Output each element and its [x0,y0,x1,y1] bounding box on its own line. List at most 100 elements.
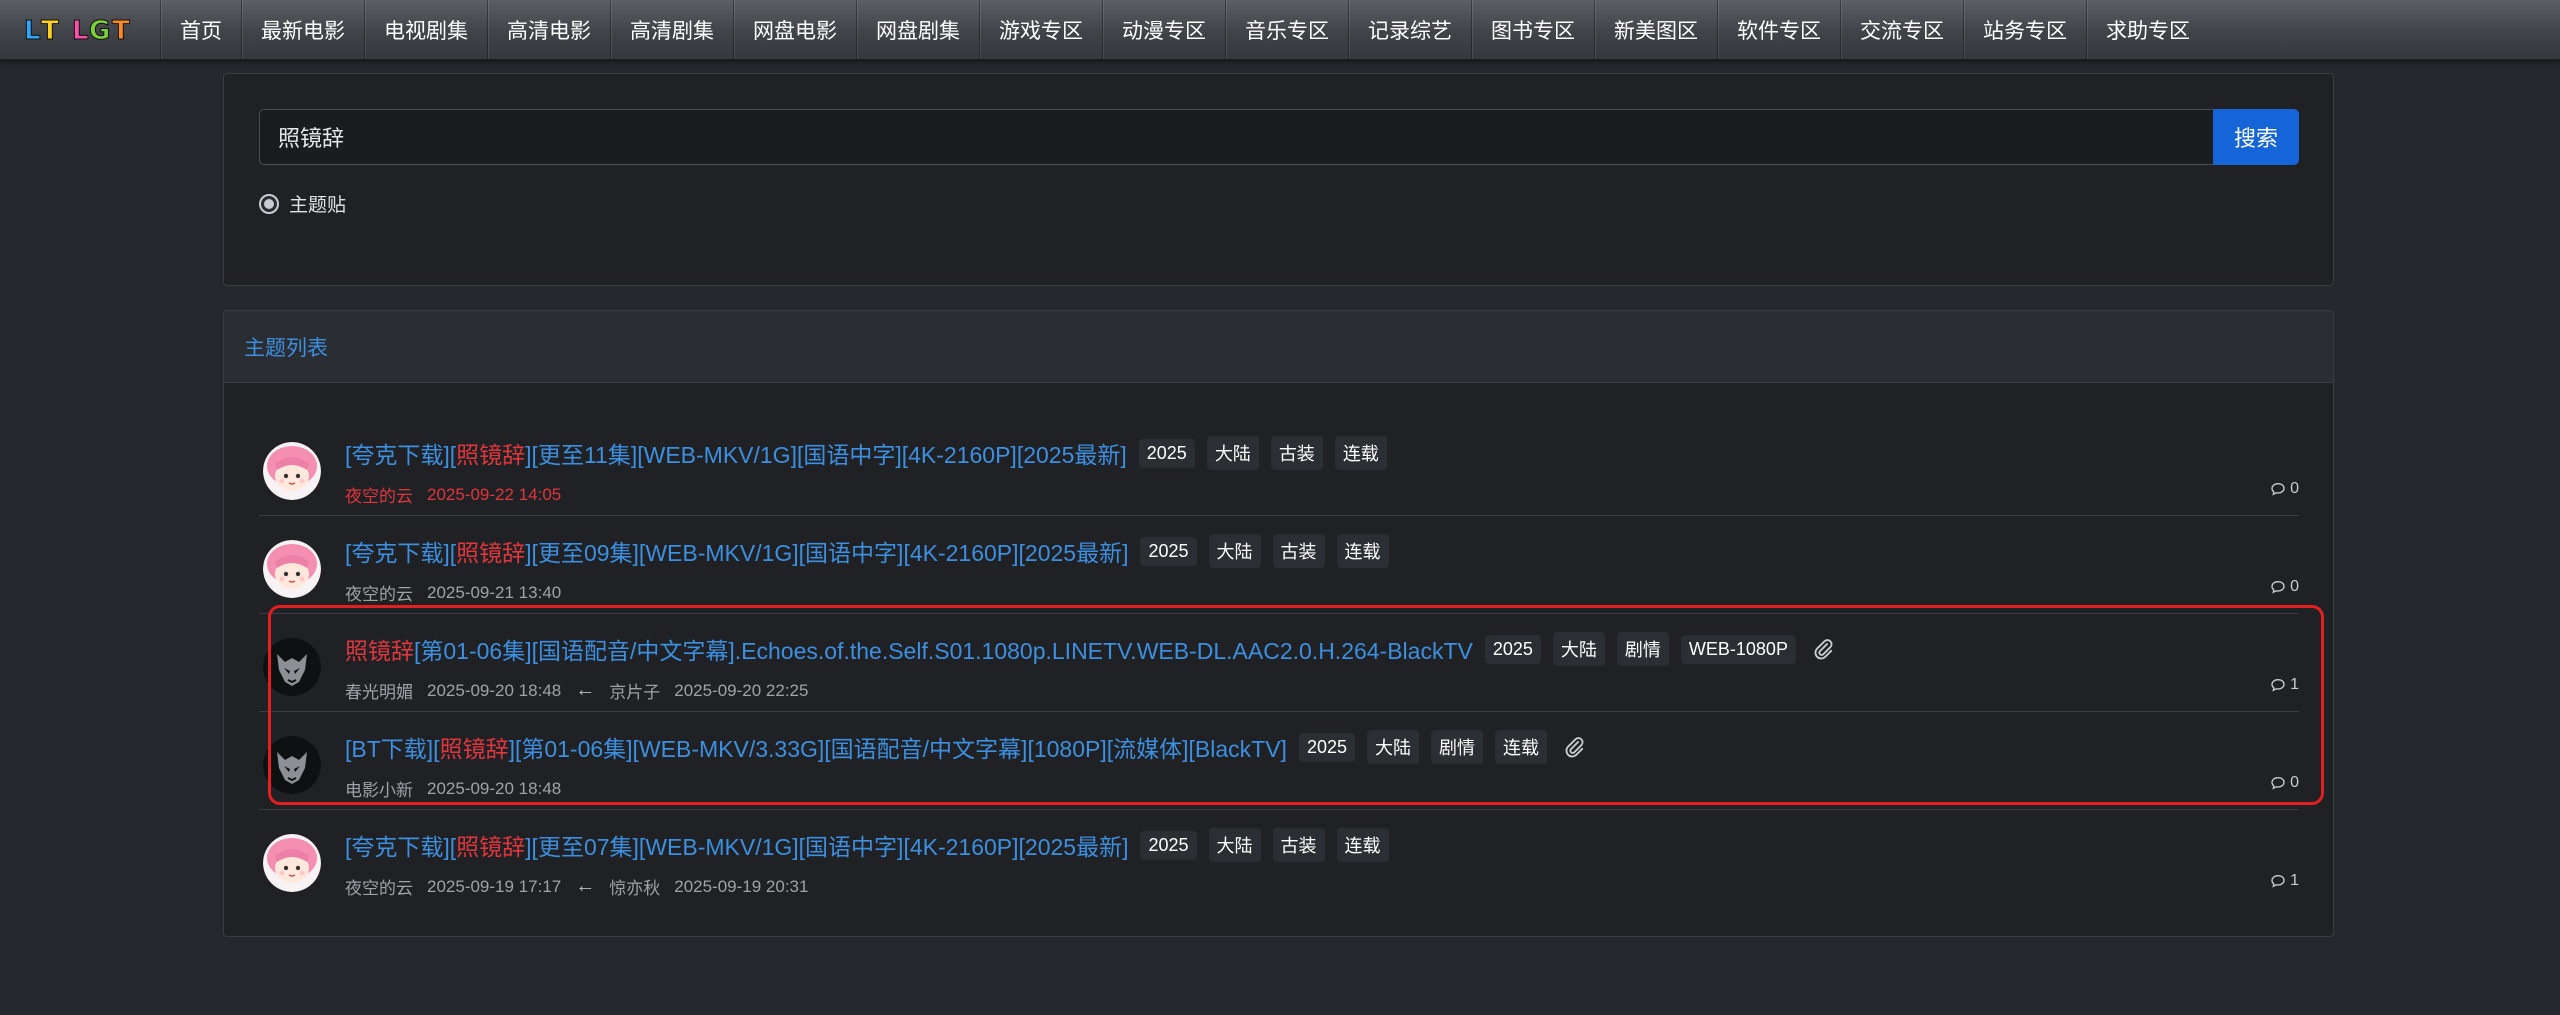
title-suffix: ][更至09集][WEB-MKV/1G][国语中字][4K-2160P][202… [525,540,1129,566]
user-avatar[interactable] [263,540,321,598]
title-prefix: [BT下载][ [345,736,440,762]
topic-title-link[interactable]: [BT下载][照镜辞][第01-06集][WEB-MKV/3.33G][国语配音… [345,730,1287,764]
search-bar: 搜索 [259,109,2299,165]
last-reply-date: 2025-09-19 20:31 [674,876,809,896]
topic-date: 2025-09-20 18:48 [427,778,562,798]
nav-item[interactable]: 电视剧集 [364,0,487,59]
topic-meta: 电影小新 2025-09-20 18:48 [345,776,561,801]
topic-tag[interactable]: 大陆 [1208,534,1261,568]
nav-item[interactable]: 网盘剧集 [856,0,979,59]
reply-count: 0 [2270,774,2299,792]
topic-list: [夸克下载][照镜辞][更至11集][WEB-MKV/1G][国语中字][4K-… [259,418,2299,908]
nav-item[interactable]: 动漫专区 [1102,0,1225,59]
nav-item[interactable]: 高清剧集 [610,0,733,59]
topic-title-link[interactable]: [夸克下载][照镜辞][更至09集][WEB-MKV/1G][国语中字][4K-… [345,534,1128,568]
topic-tag[interactable]: 2025 [1140,536,1197,566]
nav-item[interactable]: 软件专区 [1717,0,1840,59]
topic-row: [夸克下载][照镜辞][更至09集][WEB-MKV/1G][国语中字][4K-… [259,516,2299,614]
svg-text:T: T [112,16,130,44]
search-button[interactable]: 搜索 [2213,109,2299,165]
search-input[interactable] [259,109,2213,165]
topic-date: 2025-09-20 18:48 [427,680,562,700]
search-type-radio[interactable]: 主题贴 [259,190,346,217]
nav-item[interactable]: 最新电影 [241,0,364,59]
comment-icon [2270,677,2286,693]
radio-label: 主题贴 [289,195,347,216]
user-avatar[interactable] [263,442,321,500]
last-reply-user[interactable]: 惊亦秋 [609,874,660,899]
svg-text:L: L [24,16,41,44]
title-prefix: [夸克下载][ [345,442,457,468]
nav-item[interactable]: 站务专区 [1963,0,2086,59]
site-logo[interactable]: L T L G T [0,0,160,59]
topic-tag[interactable]: 大陆 [1206,436,1259,470]
topic-tag[interactable]: 2025 [1298,732,1355,762]
nav-item[interactable]: 高清电影 [487,0,610,59]
last-reply-arrow-icon: ← [575,679,596,701]
title-keyword-highlight: 照镜辞 [456,834,526,860]
topic-tag[interactable]: 大陆 [1552,632,1605,666]
reply-count: 0 [2270,480,2299,498]
topic-meta: 夜空的云 2025-09-22 14:05 [345,482,561,507]
topic-tag[interactable]: 连载 [1336,828,1389,862]
topic-tag[interactable]: 大陆 [1366,730,1419,764]
radio-selected-icon[interactable] [259,193,279,214]
attachment-icon [1563,736,1585,758]
topic-tag[interactable]: 2025 [1484,634,1541,664]
topic-tag[interactable]: 剧情 [1430,730,1483,764]
topic-tag[interactable]: 古装 [1270,436,1323,470]
nav-item[interactable]: 求助专区 [2086,0,2209,59]
nav-item[interactable]: 图书专区 [1471,0,1594,59]
topic-tag[interactable]: 2025 [1140,830,1197,860]
reply-count: 1 [2270,676,2299,694]
topic-title-link[interactable]: [夸克下载][照镜辞][更至11集][WEB-MKV/1G][国语中字][4K-… [345,436,1127,470]
topic-row: [夸克下载][照镜辞][更至07集][WEB-MKV/1G][国语中字][4K-… [259,810,2299,908]
topic-author[interactable]: 夜空的云 [345,874,413,899]
nav-item[interactable]: 网盘电影 [733,0,856,59]
user-avatar[interactable] [263,638,321,696]
attachment-icon [1812,638,1834,660]
topic-tag[interactable]: 大陆 [1208,828,1261,862]
topic-title-line: [BT下载][照镜辞][第01-06集][WEB-MKV/3.33G][国语配音… [345,730,1585,764]
nav-item[interactable]: 首页 [160,0,241,59]
topic-title-line: [夸克下载][照镜辞][更至11集][WEB-MKV/1G][国语中字][4K-… [345,436,1387,470]
nav-item[interactable]: 新美图区 [1594,0,1717,59]
topic-author[interactable]: 电影小新 [345,776,413,801]
topic-title-line: [夸克下载][照镜辞][更至07集][WEB-MKV/1G][国语中字][4K-… [345,828,1389,862]
top-navigation: L T L G T 首页 最新电影 电视剧集 高清电影 高清剧集 网盘电影 网盘剧集 游戏专区… [0,0,2560,60]
last-reply-user[interactable]: 京片子 [609,678,660,703]
topic-tag[interactable]: 2025 [1138,438,1195,468]
title-keyword-highlight: 照镜辞 [456,540,526,566]
comment-icon [2270,775,2286,791]
reply-count-value: 1 [2290,676,2299,693]
nav-item[interactable]: 记录综艺 [1348,0,1471,59]
topic-tag[interactable]: 连载 [1494,730,1547,764]
nav-item[interactable]: 交流专区 [1840,0,1963,59]
search-panel: 搜索 主题贴 [223,73,2334,286]
user-avatar[interactable] [263,736,321,794]
reply-count-value: 0 [2290,480,2299,497]
title-suffix: ][更至07集][WEB-MKV/1G][国语中字][4K-2160P][202… [525,834,1129,860]
topic-meta: 夜空的云 2025-09-19 17:17 ← 惊亦秋 2025-09-19 20:31 [345,874,808,899]
topic-author[interactable]: 夜空的云 [345,482,413,507]
topic-meta: 夜空的云 2025-09-21 13:40 [345,580,561,605]
reply-count-value: 0 [2290,774,2299,791]
topic-tag[interactable]: 连载 [1334,436,1387,470]
nav-item[interactable]: 游戏专区 [979,0,1102,59]
reply-count: 0 [2270,578,2299,596]
topic-date: 2025-09-21 13:40 [427,582,562,602]
user-avatar[interactable] [263,834,321,892]
topic-author[interactable]: 夜空的云 [345,580,413,605]
svg-text:T: T [41,16,59,44]
topic-tag[interactable]: 剧情 [1616,632,1669,666]
topic-title-link[interactable]: 照镜辞[第01-06集][国语配音/中文字幕].Echoes.of.the.Se… [345,632,1473,666]
topic-title-link[interactable]: [夸克下载][照镜辞][更至07集][WEB-MKV/1G][国语中字][4K-… [345,828,1128,862]
topic-author[interactable]: 春光明媚 [345,678,413,703]
topic-tag[interactable]: 连载 [1336,534,1389,568]
topic-tag[interactable]: 古装 [1272,828,1325,862]
title-prefix: [夸克下载][ [345,540,457,566]
topic-tag[interactable]: WEB-1080P [1680,634,1796,664]
logo-icon: L T L G T [24,16,131,44]
topic-tag[interactable]: 古装 [1272,534,1325,568]
nav-item[interactable]: 音乐专区 [1225,0,1348,59]
